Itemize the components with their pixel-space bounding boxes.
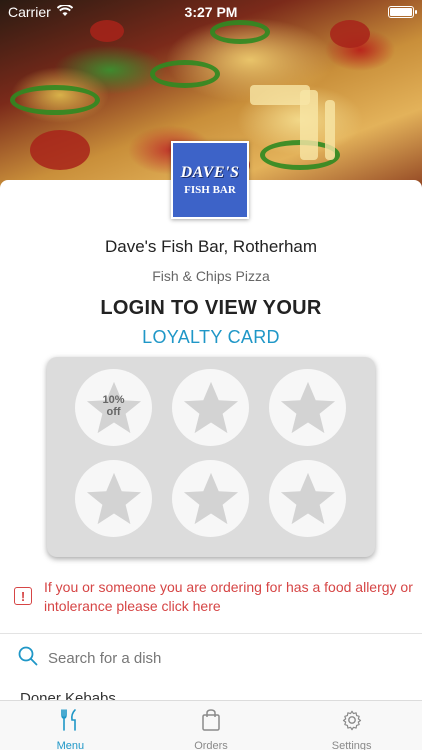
loyalty-stamp bbox=[172, 460, 249, 537]
status-bar: Carrier 3:27 PM bbox=[0, 0, 422, 24]
loyalty-stamp bbox=[269, 369, 346, 446]
battery-icon bbox=[388, 6, 417, 18]
star-icon bbox=[183, 472, 238, 524]
clock: 3:27 PM bbox=[184, 4, 238, 20]
star-icon bbox=[86, 472, 141, 524]
gear-icon bbox=[341, 708, 363, 737]
shop-name: Dave's Fish Bar, Rotherham bbox=[104, 237, 318, 256]
search-icon bbox=[18, 646, 38, 671]
loyalty-stamp bbox=[269, 460, 346, 537]
login-title[interactable]: LOGIN TO VIEW YOUR bbox=[0, 297, 422, 320]
fork-knife-icon bbox=[59, 708, 81, 737]
logo-line1: DAVE'S bbox=[180, 164, 240, 181]
loyalty-card-link[interactable]: LOYALTY CARD bbox=[0, 327, 422, 348]
shop-logo: DAVE'S FISH BAR bbox=[171, 141, 249, 219]
allergy-text[interactable]: If you or someone you are ordering for h… bbox=[44, 578, 414, 616]
search-input[interactable]: Search for a dish bbox=[48, 650, 161, 667]
logo-line2: FISH BAR bbox=[184, 184, 236, 196]
warning-icon: ! bbox=[14, 587, 32, 605]
loyalty-stamp bbox=[172, 369, 249, 446]
tab-menu[interactable]: Menu bbox=[0, 701, 141, 750]
allergy-notice[interactable]: ! If you or someone you are ordering for… bbox=[14, 578, 414, 618]
shop-categories: Fish & Chips Pizza bbox=[152, 268, 270, 284]
stamp-reward-label: 10% off bbox=[102, 394, 125, 418]
tab-bar: Menu Orders Settings bbox=[0, 700, 422, 750]
star-icon bbox=[183, 381, 238, 433]
tab-label: Settings bbox=[331, 740, 372, 750]
tab-label: Orders bbox=[194, 740, 228, 750]
tab-label: Menu bbox=[56, 740, 85, 750]
shopping-bag-icon bbox=[200, 708, 222, 737]
divider bbox=[0, 633, 422, 634]
loyalty-stamp bbox=[75, 460, 152, 537]
dish-search[interactable]: Search for a dish bbox=[18, 644, 408, 672]
star-icon bbox=[280, 381, 335, 433]
star-icon bbox=[280, 472, 335, 524]
loyalty-stamp: 10% off bbox=[75, 369, 152, 446]
tab-orders[interactable]: Orders bbox=[141, 701, 282, 750]
tab-settings[interactable]: Settings bbox=[281, 701, 422, 750]
loyalty-card[interactable]: 10% off bbox=[47, 357, 375, 557]
